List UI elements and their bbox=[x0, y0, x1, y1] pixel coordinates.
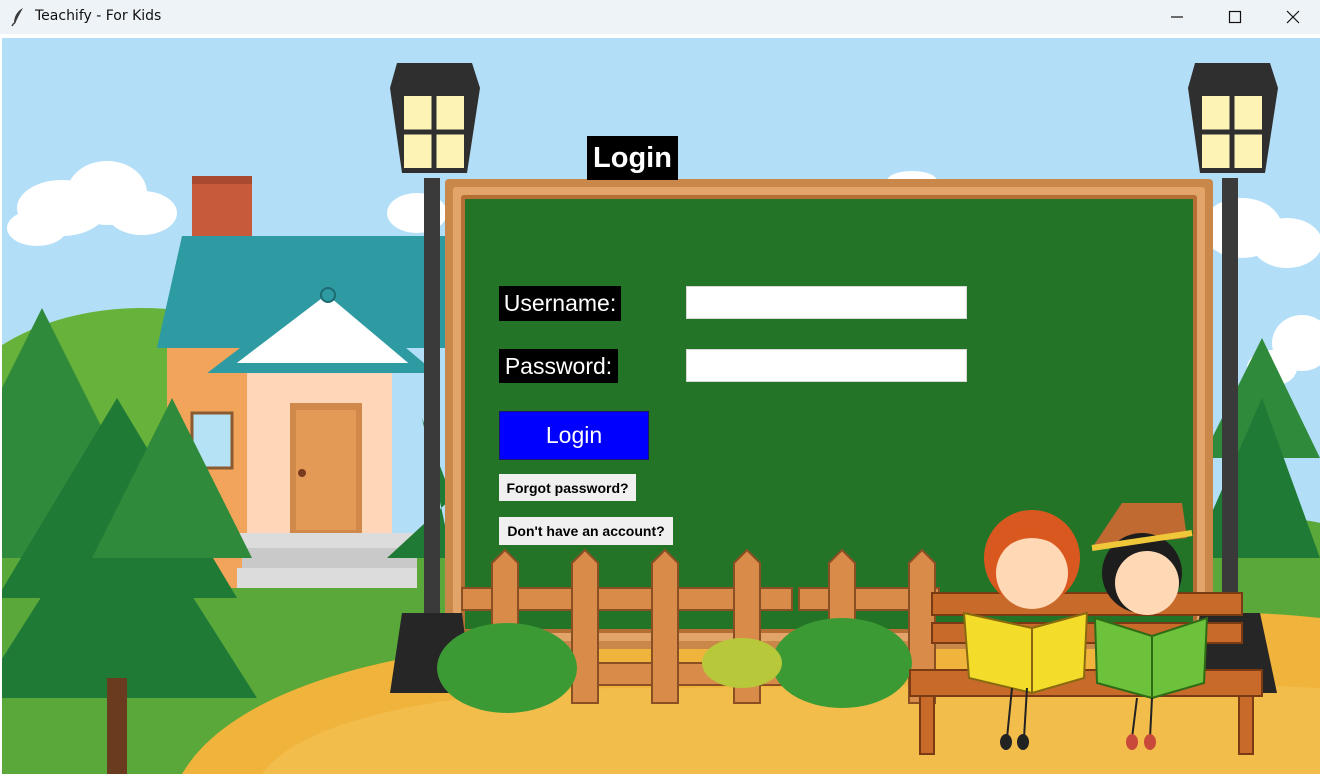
login-button[interactable]: Login bbox=[499, 411, 649, 460]
forgot-password-button[interactable]: Forgot password? bbox=[499, 474, 636, 501]
password-label: Password: bbox=[499, 349, 618, 383]
signup-button[interactable]: Don't have an account? bbox=[499, 517, 673, 545]
window-title: Teachify - For Kids bbox=[35, 8, 162, 24]
minimize-icon bbox=[1171, 16, 1183, 18]
feather-icon bbox=[10, 7, 28, 27]
maximize-button[interactable] bbox=[1206, 0, 1264, 34]
close-button[interactable] bbox=[1264, 0, 1320, 34]
maximize-icon bbox=[1228, 10, 1242, 24]
minimize-button[interactable] bbox=[1148, 0, 1206, 34]
login-heading: Login bbox=[587, 136, 678, 180]
username-label: Username: bbox=[499, 286, 621, 321]
close-icon bbox=[1286, 10, 1300, 24]
password-input[interactable] bbox=[686, 349, 967, 382]
window-titlebar: Teachify - For Kids bbox=[0, 0, 1320, 34]
username-input[interactable] bbox=[686, 286, 967, 319]
